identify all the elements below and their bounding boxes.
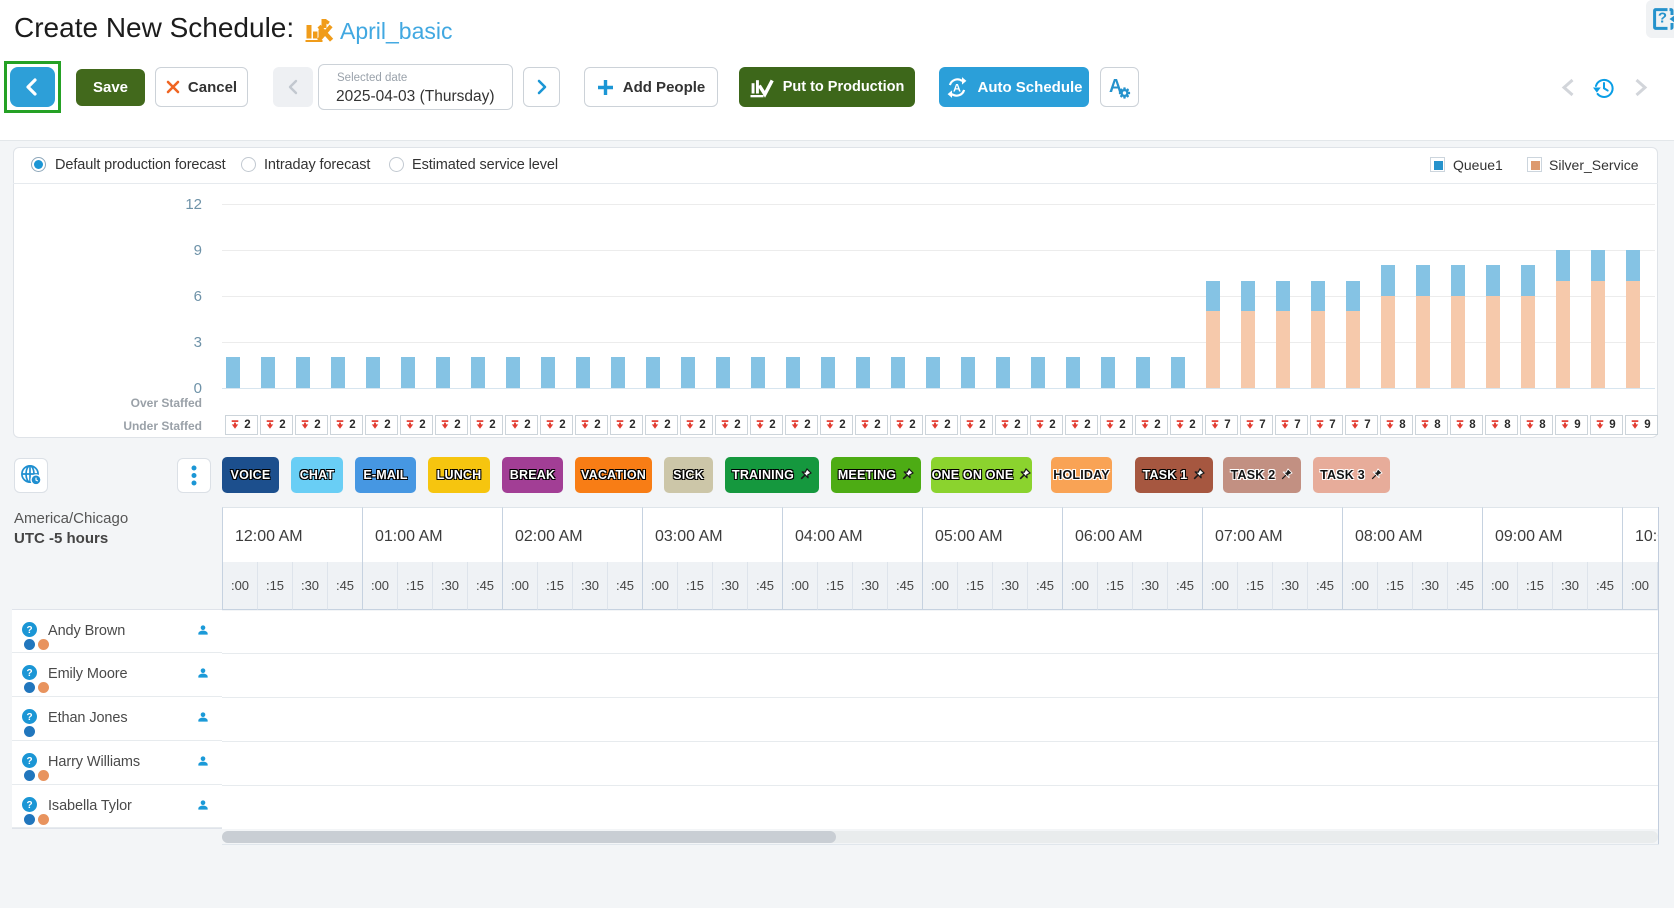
- svg-text:?: ?: [1658, 10, 1667, 27]
- svg-text:?: ?: [26, 756, 32, 767]
- svg-text:A: A: [954, 82, 962, 94]
- svg-text:?: ?: [26, 800, 32, 811]
- svg-text:?: ?: [26, 712, 32, 723]
- svg-text:?: ?: [26, 668, 32, 679]
- svg-text:?: ?: [26, 625, 32, 636]
